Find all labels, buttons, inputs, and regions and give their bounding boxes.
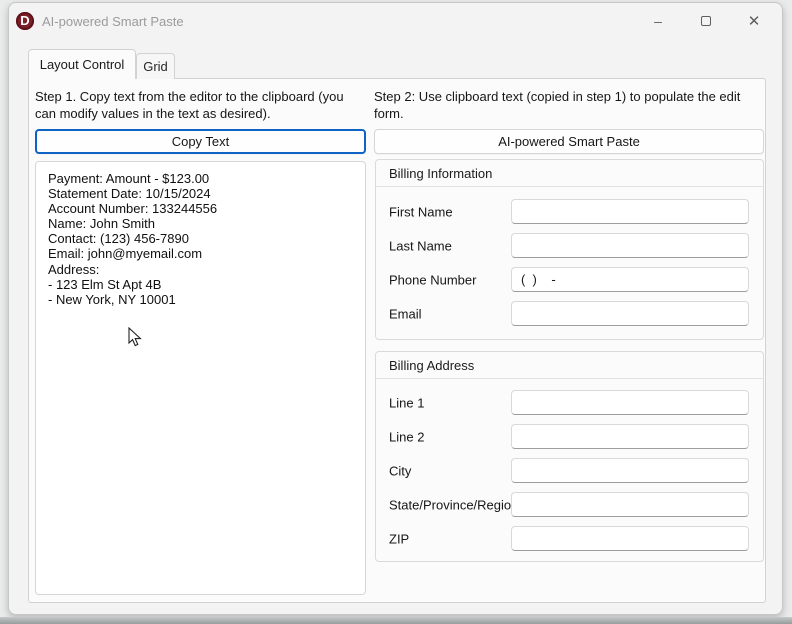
billing-address-group: Billing Address Line 1 Line 2 City State… <box>375 351 764 562</box>
field-label: First Name <box>389 204 453 220</box>
field-last-name: Last Name <box>376 233 763 259</box>
field-line1: Line 1 <box>376 390 763 416</box>
app-logo-icon: D <box>16 12 34 30</box>
state-input[interactable] <box>511 492 749 517</box>
step2-instructions: Step 2: Use clipboard text (copied in st… <box>374 89 741 121</box>
field-label: State/Province/Region <box>389 497 519 513</box>
step1-instructions: Step 1. Copy text from the editor to the… <box>35 89 344 121</box>
city-input[interactable] <box>511 458 749 483</box>
field-state: State/Province/Region <box>376 492 763 518</box>
last-name-input[interactable] <box>511 233 749 258</box>
field-line2: Line 2 <box>376 424 763 450</box>
field-label: Line 2 <box>389 429 425 445</box>
close-button[interactable]: ✕ <box>730 5 778 37</box>
tab-layout-control[interactable]: Layout Control <box>28 49 136 79</box>
field-label: Phone Number <box>389 272 477 288</box>
smart-paste-button[interactable]: AI-powered Smart Paste <box>374 129 764 154</box>
group-title: Billing Address <box>376 352 763 379</box>
close-icon: ✕ <box>747 13 761 30</box>
line2-input[interactable] <box>511 424 749 449</box>
field-label: Email <box>389 306 422 322</box>
title-bar[interactable]: D AI-powered Smart Paste – ✕ <box>9 3 782 39</box>
app-window: D AI-powered Smart Paste – ✕ Layout Cont… <box>8 2 783 615</box>
field-label: ZIP <box>389 531 410 547</box>
minimize-button[interactable]: – <box>634 5 682 37</box>
field-phone-number: Phone Number <box>376 267 763 293</box>
field-zip: ZIP <box>376 526 763 552</box>
maximize-button[interactable] <box>682 5 730 37</box>
window-controls: – ✕ <box>634 3 778 39</box>
phone-number-input[interactable] <box>511 267 749 292</box>
field-label: Line 1 <box>389 395 425 411</box>
line1-input[interactable] <box>511 390 749 415</box>
minimize-icon: – <box>654 13 662 29</box>
window-title: AI-powered Smart Paste <box>42 13 184 29</box>
copy-text-button[interactable]: Copy Text <box>35 129 366 154</box>
desktop-edge <box>0 617 792 624</box>
field-label: City <box>389 463 412 479</box>
field-label: Last Name <box>389 238 452 254</box>
tab-grid[interactable]: Grid <box>136 53 175 79</box>
maximize-icon <box>701 16 711 26</box>
field-first-name: First Name <box>376 199 763 225</box>
first-name-input[interactable] <box>511 199 749 224</box>
email-input[interactable] <box>511 301 749 326</box>
tab-page-panel: Step 1. Copy text from the editor to the… <box>28 78 766 603</box>
group-title: Billing Information <box>376 160 763 187</box>
field-city: City <box>376 458 763 484</box>
zip-input[interactable] <box>511 526 749 551</box>
field-email: Email <box>376 301 763 327</box>
clipboard-source-editor[interactable]: Payment: Amount - $123.00 Statement Date… <box>35 161 366 595</box>
billing-information-group: Billing Information First Name Last Name… <box>375 159 764 340</box>
